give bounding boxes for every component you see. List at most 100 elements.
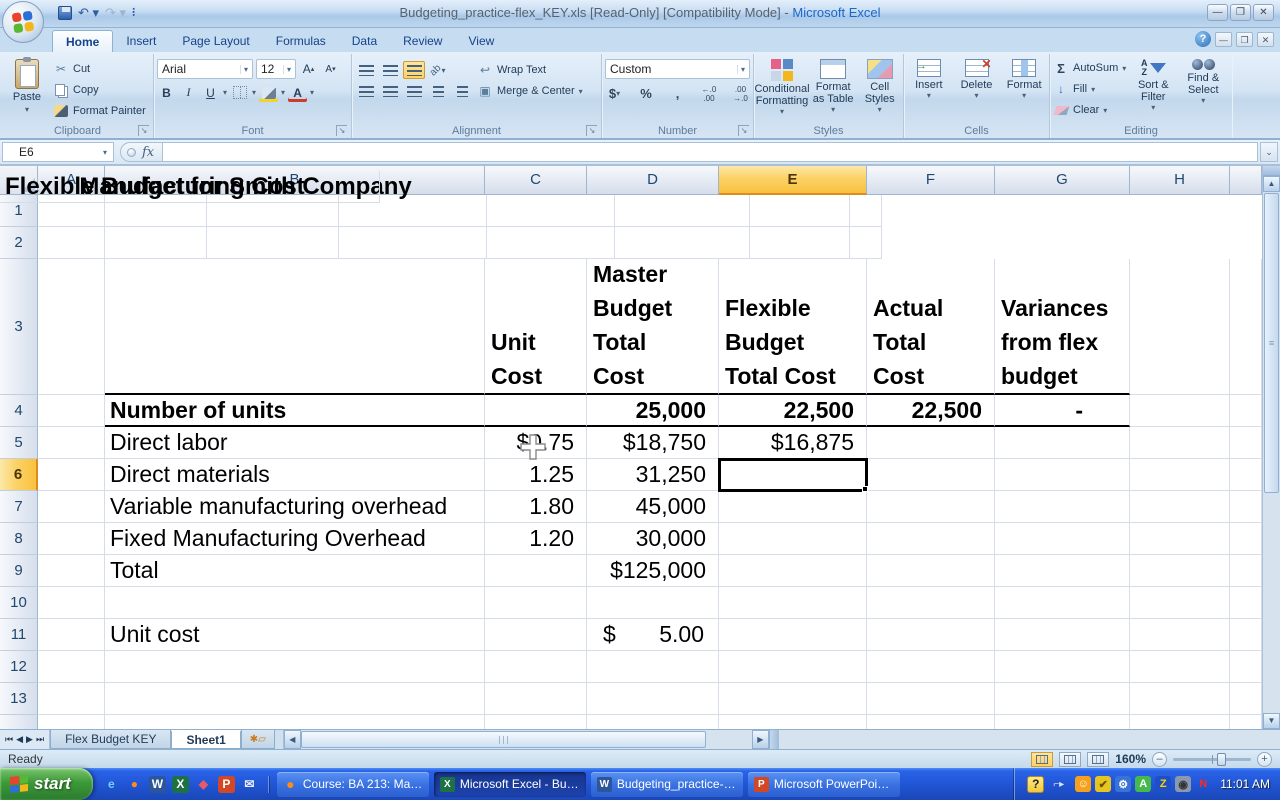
zoom-in-button[interactable]: + <box>1257 751 1272 767</box>
decrease-decimal-button[interactable]: .00 →.0 <box>731 84 750 103</box>
cell-E13[interactable] <box>719 683 867 715</box>
cell-C8[interactable]: 1.20 <box>485 523 587 555</box>
row-header-11[interactable]: 11 <box>0 619 38 651</box>
cell-A2[interactable] <box>38 227 105 259</box>
row-header-6[interactable]: 6 <box>0 459 38 491</box>
tab-insert[interactable]: Insert <box>113 30 169 52</box>
cell-E3[interactable]: Flexible Budget Total Cost <box>719 259 867 395</box>
last-sheet-button[interactable]: ⏭ <box>36 734 44 745</box>
expand-formula-bar-button[interactable]: ⌄ <box>1260 142 1278 162</box>
ql-internet-explorer-icon[interactable]: e <box>103 776 120 793</box>
cell-D[interactable] <box>587 715 719 729</box>
cell-H10[interactable] <box>1130 587 1230 619</box>
horizontal-scroll-thumb[interactable]: ∣∣∣ <box>300 731 706 748</box>
font-size-select[interactable]: 12 ▾ <box>256 59 296 79</box>
name-box-dropdown-icon[interactable]: ▾ <box>103 148 107 157</box>
restore-button[interactable]: ❐ <box>1230 4 1251 21</box>
font-color-button[interactable]: A <box>288 83 307 102</box>
row-header-2[interactable]: 2 <box>0 227 38 259</box>
shrink-font-button[interactable]: A ▾ <box>321 60 340 79</box>
cell-E5[interactable]: $16,875 <box>719 427 867 459</box>
page-layout-view-button[interactable] <box>1059 751 1082 767</box>
cell-B3[interactable] <box>105 259 485 395</box>
horizontal-scrollbar[interactable]: ◀ ∣∣∣ ▶ <box>282 730 1280 749</box>
cell-B12[interactable] <box>105 651 485 683</box>
tray-utility-icon[interactable]: ⚙ <box>1115 776 1132 792</box>
cell-B2[interactable]: Manufacturing Cost <box>0 171 380 203</box>
cell-B7[interactable]: Variable manufacturing overhead <box>105 491 485 523</box>
conditional-formatting-button[interactable]: Conditional Formatting ▾ <box>754 56 810 123</box>
cell-G6[interactable] <box>995 459 1130 491</box>
workbook-restore-button[interactable]: ❐ <box>1236 31 1253 47</box>
tray-z-icon[interactable]: Z <box>1155 776 1172 792</box>
insert-cells-button[interactable]: Insert▾ <box>907 56 951 123</box>
ql-key-icon[interactable]: ◆ <box>195 776 212 793</box>
tray-messenger-icon[interactable]: ☺ <box>1075 776 1092 792</box>
fill-button[interactable]: ↓ Fill ▾ <box>1053 80 1126 98</box>
cell-H3[interactable] <box>1130 259 1230 395</box>
paste-button[interactable]: Paste ▾ <box>5 56 49 123</box>
scroll-up-button[interactable]: ▲ <box>1263 176 1280 192</box>
cell-H8[interactable] <box>1130 523 1230 555</box>
middle-align-button[interactable] <box>379 61 401 79</box>
delete-cells-button[interactable]: Delete▾ <box>955 56 999 123</box>
grow-font-button[interactable]: A ▴ <box>299 60 318 79</box>
cell-F10[interactable] <box>867 587 995 619</box>
column-header-G[interactable]: G <box>995 166 1130 195</box>
insert-function-button[interactable]: fx <box>120 142 164 162</box>
cell-A4[interactable] <box>38 395 105 427</box>
tab-home[interactable]: Home <box>52 30 114 52</box>
vertical-scroll-thumb[interactable]: ≡ <box>1264 193 1279 493</box>
wrap-text-button[interactable]: ↩ Wrap Text <box>477 61 583 79</box>
cell-x1[interactable] <box>850 195 882 227</box>
underline-button[interactable]: U <box>201 83 220 102</box>
tray-n-icon[interactable]: N <box>1195 776 1211 792</box>
cell-E4[interactable]: 22,500 <box>719 395 867 427</box>
fill-handle[interactable] <box>862 486 868 492</box>
cell-F12[interactable] <box>867 651 995 683</box>
column-header-partial[interactable] <box>1230 166 1262 195</box>
increase-decimal-button[interactable]: ←.0.00 <box>700 84 719 103</box>
cell-F7[interactable] <box>867 491 995 523</box>
start-button[interactable]: start <box>0 768 93 800</box>
name-box[interactable]: E6 ▾ <box>2 142 114 162</box>
cell-x2[interactable] <box>850 227 882 259</box>
row-header-partial[interactable] <box>0 715 38 729</box>
cell-B9[interactable]: Total <box>105 555 485 587</box>
cell-G7[interactable] <box>995 491 1130 523</box>
cell-x10[interactable] <box>1230 587 1262 619</box>
cell-x3[interactable] <box>1230 259 1262 395</box>
cell-x[interactable] <box>1230 715 1262 729</box>
cell-B5[interactable]: Direct labor <box>105 427 485 459</box>
cell-G10[interactable] <box>995 587 1130 619</box>
cell-E9[interactable] <box>719 555 867 587</box>
row-header-4[interactable]: 4 <box>0 395 38 427</box>
cell-A9[interactable] <box>38 555 105 587</box>
cell-B6[interactable]: Direct materials <box>105 459 485 491</box>
zoom-slider[interactable] <box>1173 752 1251 766</box>
cut-button[interactable]: ✂ Cut <box>53 60 146 78</box>
tray-audio-icon[interactable]: ◉ <box>1175 776 1192 792</box>
hidden-icons-chevron-icon[interactable]: ⌐▸ <box>1053 779 1064 790</box>
cell-B13[interactable] <box>105 683 485 715</box>
cell-D9[interactable]: $125,000 <box>587 555 719 587</box>
accounting-format-button[interactable]: $ ▾ <box>605 84 624 103</box>
cell-B10[interactable] <box>105 587 485 619</box>
cell-x11[interactable] <box>1230 619 1262 651</box>
orientation-button[interactable]: ab ▾ <box>427 61 449 79</box>
zoom-out-button[interactable]: – <box>1152 751 1167 767</box>
previous-sheet-button[interactable]: ◀ <box>16 734 23 745</box>
format-cells-button[interactable]: Format ▾ <box>1002 56 1046 123</box>
row-header-7[interactable]: 7 <box>0 491 38 523</box>
top-align-button[interactable] <box>355 61 377 79</box>
help-notification-icon[interactable]: ? <box>1027 775 1045 793</box>
cell-G5[interactable] <box>995 427 1130 459</box>
cell-D10[interactable] <box>587 587 719 619</box>
tab-review[interactable]: Review <box>390 30 455 52</box>
cell-x7[interactable] <box>1230 491 1262 523</box>
cell-C7[interactable]: 1.80 <box>485 491 587 523</box>
cell-A10[interactable] <box>38 587 105 619</box>
cell-A13[interactable] <box>38 683 105 715</box>
format-painter-button[interactable]: Format Painter <box>53 102 146 120</box>
cell-F13[interactable] <box>867 683 995 715</box>
